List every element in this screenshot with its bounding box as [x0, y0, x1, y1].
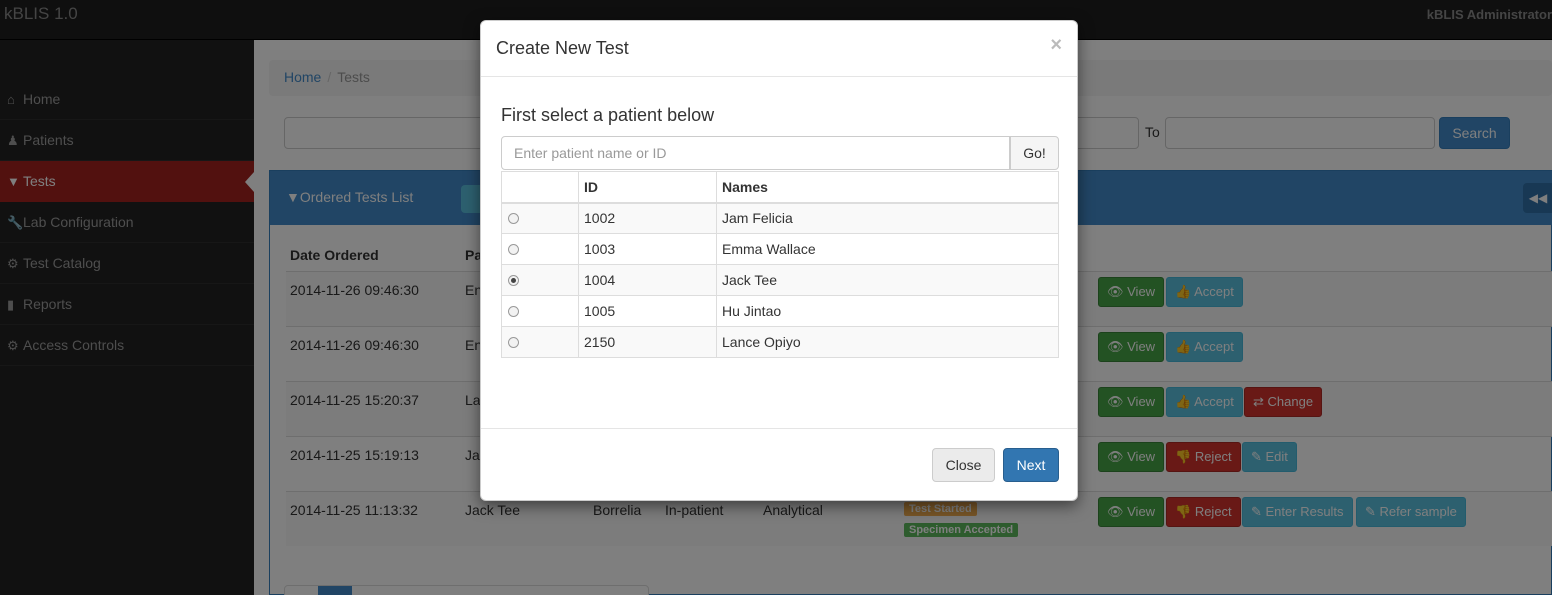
patient-id-cell: 1005	[578, 295, 717, 327]
patient-name-cell: Lance Opiyo	[716, 326, 1059, 358]
column-header-select	[501, 171, 579, 204]
patient-row[interactable]: 2150 Lance Opiyo	[501, 326, 1059, 358]
patient-id-cell: 1002	[578, 202, 717, 234]
modal-title: Create New Test	[496, 38, 629, 58]
patient-radio[interactable]	[508, 213, 519, 225]
radio-cell	[501, 202, 579, 234]
patient-name-cell: Hu Jintao	[716, 295, 1059, 327]
patient-id-cell: 1003	[578, 233, 717, 265]
close-icon[interactable]: ×	[1050, 34, 1062, 57]
patient-table: ID Names 1002 Jam Felicia 1003 Emma Wall…	[501, 171, 1059, 358]
close-button[interactable]: Close	[932, 448, 995, 482]
patient-name-cell: Jack Tee	[716, 264, 1059, 296]
patient-radio[interactable]	[508, 306, 519, 317]
patient-row[interactable]: 1005 Hu Jintao	[501, 295, 1059, 327]
radio-cell	[501, 264, 579, 296]
radio-cell	[501, 326, 579, 358]
go-button[interactable]: Go!	[1010, 136, 1059, 170]
select-patient-prompt: First select a patient below	[501, 105, 715, 125]
table-header-row: ID Names	[501, 171, 1059, 204]
column-header-id: ID	[578, 171, 717, 204]
patient-name-cell: Emma Wallace	[716, 233, 1059, 265]
modal-header: Create New Test ×	[481, 21, 1077, 77]
next-button[interactable]: Next	[1003, 448, 1059, 482]
patient-id-cell: 2150	[578, 326, 717, 358]
radio-cell	[501, 233, 579, 265]
patient-row[interactable]: 1002 Jam Felicia	[501, 202, 1059, 234]
patient-search-input[interactable]	[501, 136, 1010, 170]
column-header-names: Names	[716, 171, 1059, 204]
patient-radio[interactable]	[508, 244, 519, 255]
radio-cell	[501, 295, 579, 327]
patient-row[interactable]: 1004 Jack Tee	[501, 264, 1059, 296]
patient-radio[interactable]	[508, 337, 519, 348]
create-test-modal: Create New Test × First select a patient…	[480, 20, 1078, 501]
patient-name-cell: Jam Felicia	[716, 202, 1059, 234]
patient-id-cell: 1004	[578, 264, 717, 296]
modal-footer: Close Next	[481, 428, 1077, 500]
patient-row[interactable]: 1003 Emma Wallace	[501, 233, 1059, 265]
patient-radio[interactable]	[508, 275, 519, 286]
